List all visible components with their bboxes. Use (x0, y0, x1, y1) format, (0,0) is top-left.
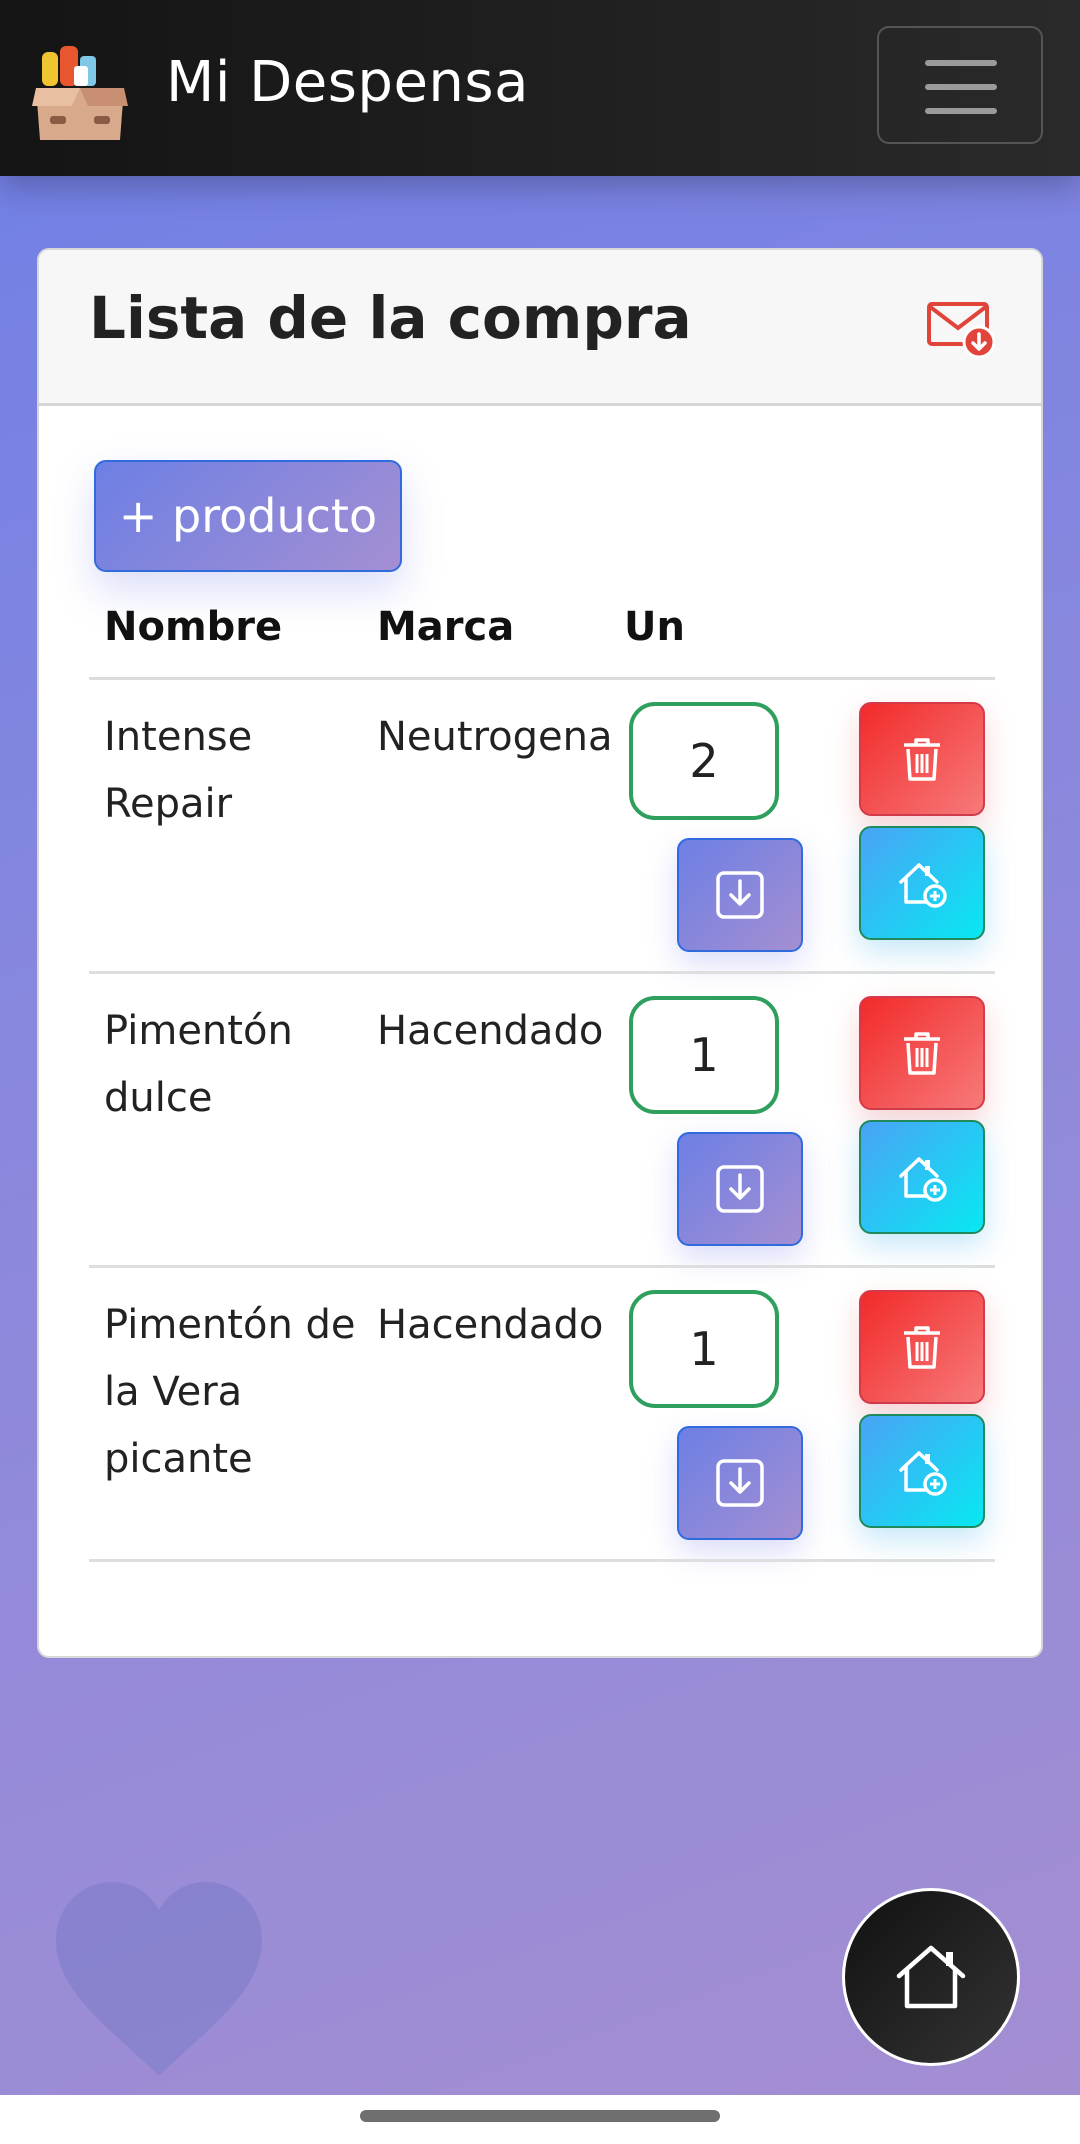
heart-icon[interactable] (52, 1880, 266, 2078)
download-box-icon (716, 1165, 764, 1213)
add-to-pantry-button[interactable] (859, 826, 985, 940)
menu-toggle-button[interactable] (877, 26, 1043, 144)
trash-icon (904, 1032, 940, 1075)
home-indicator[interactable] (360, 2110, 720, 2122)
delete-button[interactable] (859, 1290, 985, 1404)
delete-button[interactable] (859, 996, 985, 1110)
save-button[interactable] (677, 838, 803, 952)
quantity-field[interactable]: 1 (629, 996, 779, 1114)
table-row: Intense Repair Neutrogena 2 (89, 680, 995, 974)
house-plus-icon (899, 863, 947, 908)
column-header-name: Nombre (104, 604, 283, 650)
pantry-box-logo-icon (32, 46, 128, 140)
home-icon (896, 1945, 966, 2009)
envelope-download-icon[interactable] (927, 298, 997, 360)
product-brand: Hacendado (377, 1008, 604, 1054)
product-brand: Hacendado (377, 1302, 604, 1348)
trash-icon (904, 1326, 940, 1369)
add-product-button[interactable]: + producto (94, 460, 402, 572)
product-name: Intense Repair (104, 714, 253, 827)
download-box-icon (716, 1459, 764, 1507)
column-header-brand: Marca (377, 604, 515, 650)
trash-icon (904, 738, 940, 781)
hamburger-line (925, 108, 997, 114)
add-to-pantry-button[interactable] (859, 1120, 985, 1234)
top-navbar: Mi Despensa (0, 0, 1080, 176)
download-box-icon (716, 871, 764, 919)
app-title[interactable]: Mi Despensa (166, 50, 529, 115)
table-row: Pimentón dulce Hacendado 1 (89, 974, 995, 1268)
delete-button[interactable] (859, 702, 985, 816)
home-fab-button[interactable] (842, 1888, 1020, 2066)
quantity-field[interactable]: 2 (629, 702, 779, 820)
save-button[interactable] (677, 1132, 803, 1246)
save-button[interactable] (677, 1426, 803, 1540)
hamburger-line (925, 60, 997, 66)
add-to-pantry-button[interactable] (859, 1414, 985, 1528)
shopping-list-card: Lista de la compra + producto Nombre Mar… (37, 248, 1043, 1658)
product-brand: Neutrogena (377, 714, 613, 760)
row-divider (89, 1559, 995, 1562)
quantity-field[interactable]: 1 (629, 1290, 779, 1408)
table-row: Pimentón de la Vera picante Hacendado 1 (89, 1268, 995, 1562)
card-header: Lista de la compra (39, 250, 1041, 406)
hamburger-line (925, 84, 997, 90)
column-header-units: Un (624, 604, 685, 650)
card-title: Lista de la compra (89, 284, 692, 352)
house-plus-icon (899, 1157, 947, 1202)
product-name: Pimentón dulce (104, 1008, 293, 1121)
product-name: Pimentón de la Vera picante (104, 1302, 356, 1482)
house-plus-icon (899, 1451, 947, 1496)
